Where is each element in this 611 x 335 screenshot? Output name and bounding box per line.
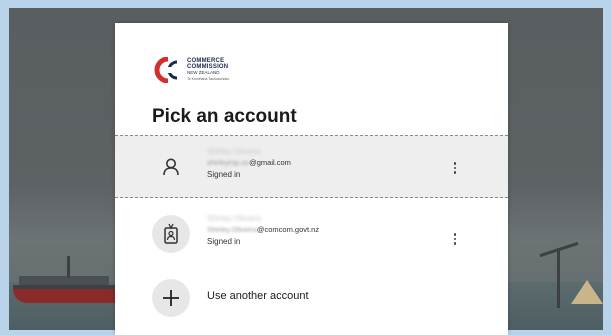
account-item-personal[interactable]: Shirley Oliveira shirleymp.oz@gmail.com …	[115, 135, 508, 198]
account-email: shirleymp.oz@gmail.com	[207, 158, 291, 167]
logo-text-line4: Te Komihana Tauhokohoko	[187, 77, 230, 81]
background-mast	[67, 256, 70, 278]
plus-icon	[152, 279, 190, 317]
use-another-account-button[interactable]: Use another account	[115, 276, 508, 320]
account-name: Shirley Oliveira	[207, 147, 261, 156]
account-status: Signed in	[207, 237, 241, 246]
logo-mark-icon	[154, 57, 180, 83]
use-another-account-label: Use another account	[207, 290, 309, 302]
more-options-button[interactable]	[448, 229, 462, 249]
more-vertical-icon	[453, 162, 457, 165]
background-crane	[557, 248, 560, 308]
more-options-button[interactable]	[448, 158, 462, 178]
account-name: Shirley Oliveira	[207, 214, 261, 223]
background-ship	[13, 285, 125, 303]
work-badge-icon	[152, 215, 190, 253]
page-title: Pick an account	[152, 106, 297, 127]
screenshot-frame: COMMERCE COMMISSION NEW ZEALAND Te Komih…	[0, 0, 611, 335]
more-vertical-icon	[453, 233, 457, 236]
person-icon	[152, 148, 190, 186]
account-picker-dialog: COMMERCE COMMISSION NEW ZEALAND Te Komih…	[115, 23, 508, 335]
account-item-work[interactable]: Shirley Oliveira Shirley.Oliveira@comcom…	[115, 203, 508, 269]
commerce-commission-logo: COMMERCE COMMISSION NEW ZEALAND Te Komih…	[152, 57, 229, 83]
account-status: Signed in	[207, 170, 241, 179]
background-buoy	[571, 280, 603, 304]
account-email: Shirley.Oliveira@comcom.govt.nz	[207, 225, 320, 234]
